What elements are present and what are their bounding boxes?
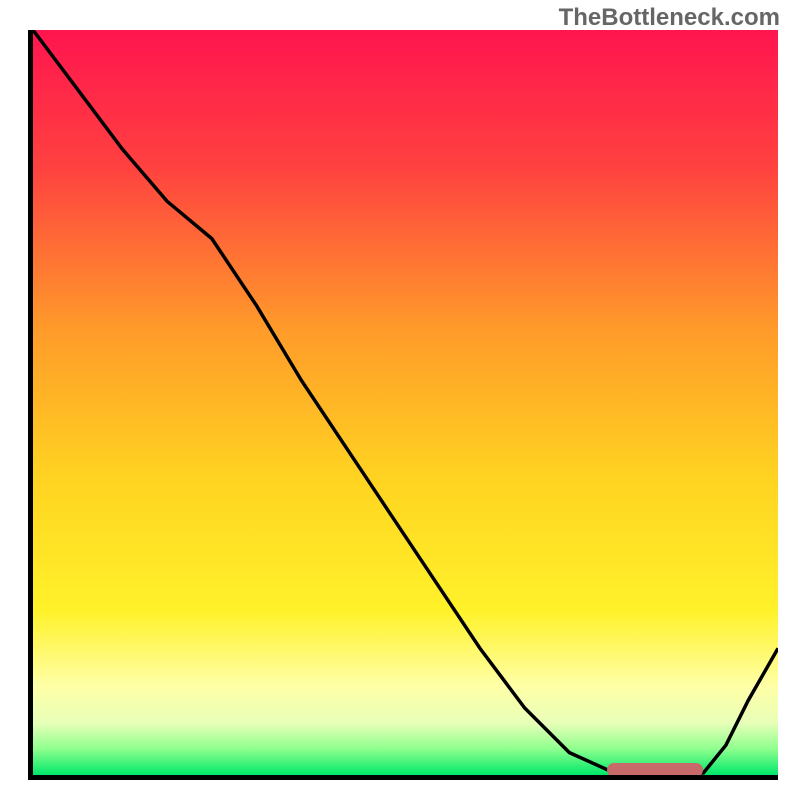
optimal-range-marker	[607, 763, 704, 777]
watermark-text: TheBottleneck.com	[559, 4, 780, 32]
curve-path	[33, 30, 778, 775]
bottleneck-curve	[33, 30, 778, 775]
chart-container: TheBottleneck.com	[0, 0, 800, 800]
plot-area	[28, 30, 778, 780]
